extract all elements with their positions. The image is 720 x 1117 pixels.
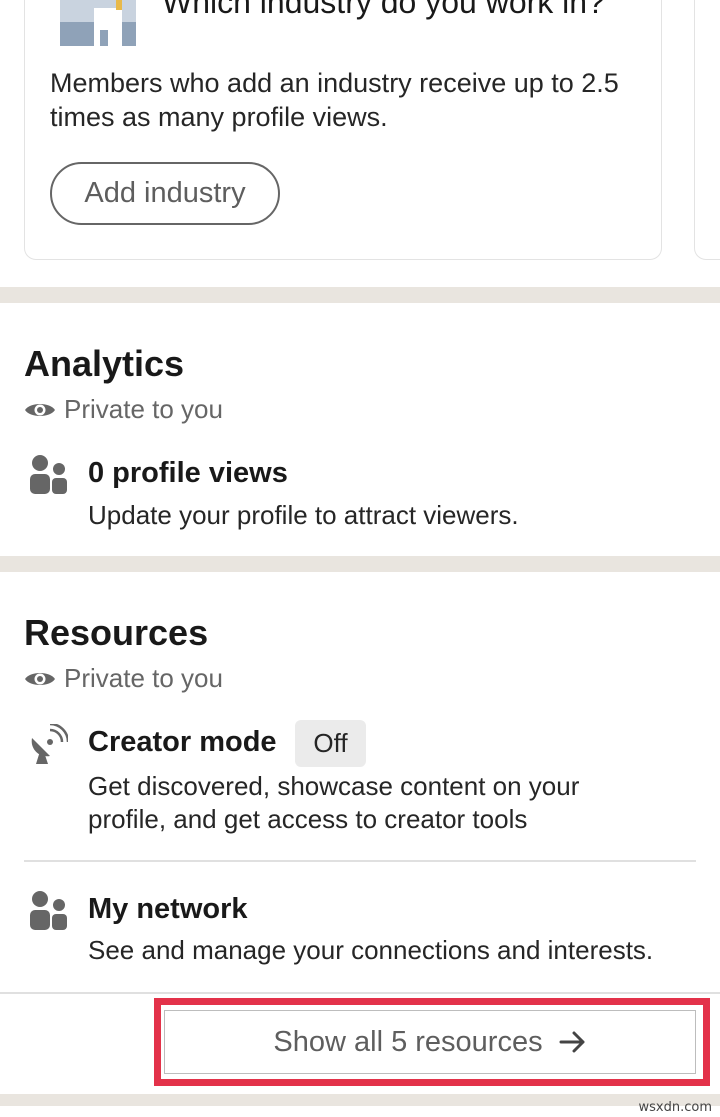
industry-description: Members who add an industry receive up t… [50, 68, 619, 132]
arrow-right-icon [559, 1031, 585, 1053]
my-network-title[interactable]: My network [88, 893, 248, 926]
creator-mode-description-1: Get discovered, showcase content on your [88, 771, 580, 801]
watermark: wsxdn.com [638, 1100, 713, 1115]
resources-title: Resources [24, 612, 209, 653]
section-divider [0, 1094, 720, 1106]
eye-icon [25, 672, 55, 685]
next-card-peek[interactable] [694, 0, 720, 260]
resources-visibility: Private to you [24, 663, 223, 694]
people-icon [30, 455, 67, 494]
profile-views-description: Update your profile to attract viewers. [88, 500, 519, 530]
section-divider [0, 287, 720, 303]
people-icon [30, 891, 67, 930]
satellite-dish-icon [31, 724, 68, 764]
creator-mode-status-badge: Off [295, 720, 366, 767]
section-divider [0, 556, 720, 572]
building-icon [60, 0, 136, 46]
creator-mode-title[interactable]: Creator mode [88, 726, 277, 759]
eye-icon [25, 403, 55, 416]
industry-question: Which industry do you work in? [162, 0, 605, 20]
show-all-resources-button[interactable]: Show all 5 resources [164, 1010, 696, 1074]
add-industry-button[interactable]: Add industry [50, 162, 280, 225]
footer-divider [0, 992, 720, 994]
show-all-label: Show all 5 resources [273, 1025, 543, 1058]
analytics-visibility: Private to you [24, 394, 223, 425]
visibility-label: Private to you [64, 663, 223, 693]
my-network-description: See and manage your connections and inte… [88, 935, 654, 965]
profile-views-title[interactable]: 0 profile views [88, 457, 288, 490]
analytics-title: Analytics [24, 343, 185, 384]
creator-mode-description-2: profile, and get access to creator tools [88, 804, 528, 834]
item-divider [24, 860, 696, 862]
visibility-label: Private to you [64, 394, 223, 424]
